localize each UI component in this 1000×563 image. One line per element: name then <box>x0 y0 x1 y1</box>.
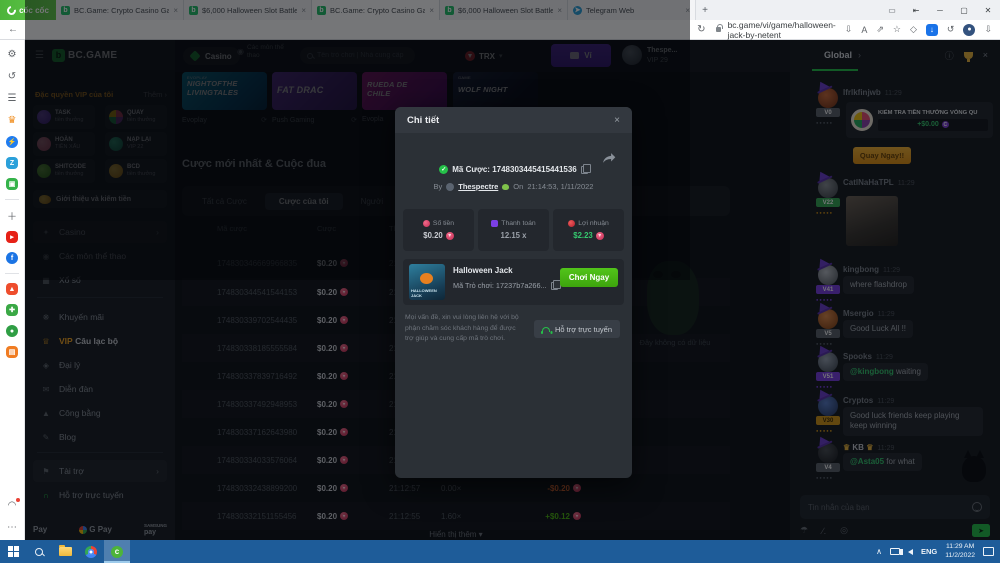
modal-close-icon[interactable]: × <box>614 115 620 126</box>
amount-icon <box>423 220 430 227</box>
payout-icon <box>491 220 498 227</box>
headset-icon <box>542 327 550 332</box>
bet-stats: Số tiền $0.20 Thanh toán 12.15 x Lợi nhu… <box>403 209 624 251</box>
rewards-crown-icon[interactable]: ♛ <box>6 114 19 127</box>
deals-icon[interactable]: ● <box>6 325 18 337</box>
url-text[interactable]: bc.game/vi/game/halloween-jack-by-netent <box>728 20 838 40</box>
bet-user-link[interactable]: Thespectre <box>458 182 498 191</box>
taskbar-search-icon[interactable] <box>26 540 52 563</box>
reload-icon[interactable]: ↻ <box>697 24 705 35</box>
start-button[interactable] <box>0 540 26 563</box>
shop-icon[interactable]: ✚ <box>6 304 18 316</box>
bcgame-page: ☰ b BC.GAME Đặc quyền VIP của tôi Thêm ›… <box>25 40 1000 540</box>
youtube-icon[interactable]: ▸ <box>6 231 18 243</box>
modal-header: Chi tiết × <box>395 107 632 133</box>
address-bar: ← → ↻ bc.game/vi/game/halloween-jack-by-… <box>0 20 1000 40</box>
live-support-button[interactable]: Hỗ trợ trực tuyến <box>534 320 620 338</box>
download-manager-icon[interactable]: ↓ <box>926 24 938 36</box>
adblock-shield-icon[interactable]: ◇ <box>910 24 917 35</box>
profit-icon <box>568 220 575 227</box>
game-card: HALLOWEEN JACK Halloween Jack Mã Trò chơ… <box>403 259 624 305</box>
newsfeed-icon[interactable]: ☰ <box>6 92 19 105</box>
sidebar-divider <box>5 199 19 200</box>
mini-avatar-icon <box>446 183 454 191</box>
messenger-icon[interactable]: ⚡ <box>6 136 18 148</box>
verified-check-icon: ✓ <box>439 165 448 174</box>
volume-icon[interactable] <box>908 549 913 555</box>
copy-icon[interactable] <box>581 166 588 174</box>
games-icon[interactable]: ▣ <box>6 178 18 190</box>
tab-search-icon[interactable]: ▭ <box>880 0 904 20</box>
stat-payout: Thanh toán 12.15 x <box>478 209 549 251</box>
new-tab-button[interactable]: + <box>696 0 714 20</box>
network-icon[interactable] <box>890 548 900 555</box>
copy-icon[interactable] <box>551 282 558 290</box>
maximize-button[interactable]: ▢ <box>952 0 976 20</box>
game-name: Halloween Jack <box>453 266 513 275</box>
chrome-icon[interactable] <box>78 540 104 563</box>
stat-profit: Lợi nhuận $2.23 <box>553 209 624 251</box>
hidden-icons-chevron[interactable]: ∧ <box>876 547 882 556</box>
turtle-emoji-icon <box>502 184 509 190</box>
bet-details-modal: Chi tiết × ✓ Mã Cược: 174830344541544153… <box>395 107 632 478</box>
coccoc-taskbar-icon[interactable]: c <box>104 540 130 563</box>
game-thumbnail[interactable]: HALLOWEEN JACK <box>409 264 445 300</box>
tab-history-icon[interactable]: ⇤ <box>904 0 928 20</box>
add-shortcut-icon[interactable]: ＋ <box>6 209 19 222</box>
taskbar-clock[interactable]: 11:29 AM11/2/2022 <box>945 543 975 561</box>
language-indicator[interactable]: ENG <box>921 547 937 556</box>
support-note: Mọi vấn đề, xin vui lòng liên hệ với bộ … <box>405 313 525 345</box>
play-now-button[interactable]: Chơi Ngay <box>560 268 618 287</box>
game-id-line: Mã Trò chơi: 17237b7a266... <box>453 281 558 290</box>
sync-icon[interactable]: ↺ <box>947 24 955 35</box>
back-icon[interactable]: ← <box>8 24 18 35</box>
bet-id-line: ✓ Mã Cược: 1748303445415441536 <box>395 165 632 174</box>
settings-gear-icon[interactable]: ⚙ <box>6 48 19 61</box>
action-center-icon[interactable] <box>983 547 994 556</box>
minimize-button[interactable]: ─ <box>928 0 952 20</box>
file-explorer-icon[interactable] <box>52 540 78 563</box>
profile-avatar-icon[interactable]: ● <box>963 24 975 36</box>
facebook-icon[interactable]: f <box>6 252 18 264</box>
sidebar-divider <box>5 273 19 274</box>
modal-title: Chi tiết <box>407 115 439 126</box>
pumpkin-icon <box>420 273 433 284</box>
zalo-icon[interactable]: Z <box>6 157 18 169</box>
system-tray: ∧ ENG 11:29 AM11/2/2022 <box>876 543 1000 561</box>
notifications-bell-icon[interactable]: ◠ <box>6 499 19 512</box>
translate-icon[interactable]: A <box>861 25 867 35</box>
stat-amount: Số tiền $0.20 <box>403 209 474 251</box>
trx-coin-icon <box>596 232 604 240</box>
history-icon[interactable]: ↺ <box>6 70 19 83</box>
trx-coin-icon <box>446 232 454 240</box>
share-icon[interactable]: ⇗ <box>876 24 884 35</box>
close-window-button[interactable]: ✕ <box>976 0 1000 20</box>
more-options-icon[interactable]: ⋯ <box>6 521 19 534</box>
cart-icon[interactable]: ▤ <box>6 346 18 358</box>
shopee-icon[interactable]: ▲ <box>6 283 18 295</box>
windows-taskbar: c ∧ ENG 11:29 AM11/2/2022 <box>0 540 1000 563</box>
coccoc-ring-icon <box>5 4 18 17</box>
lock-icon[interactable] <box>716 27 720 32</box>
save-page-icon[interactable]: ⇩ <box>845 24 853 35</box>
bet-author-line: By Thespectre On 21:14:53, 1/11/2022 <box>395 182 632 191</box>
bookmark-star-icon[interactable]: ☆ <box>893 24 901 35</box>
downloads-tray-icon[interactable]: ⇩ <box>984 24 992 35</box>
browser-sidebar: ⚙ ↺ ☰ ♛ ⚡ Z ▣ ＋ ▸ f ▲ ✚ ● ▤ ◠ ⋯ <box>0 40 25 540</box>
